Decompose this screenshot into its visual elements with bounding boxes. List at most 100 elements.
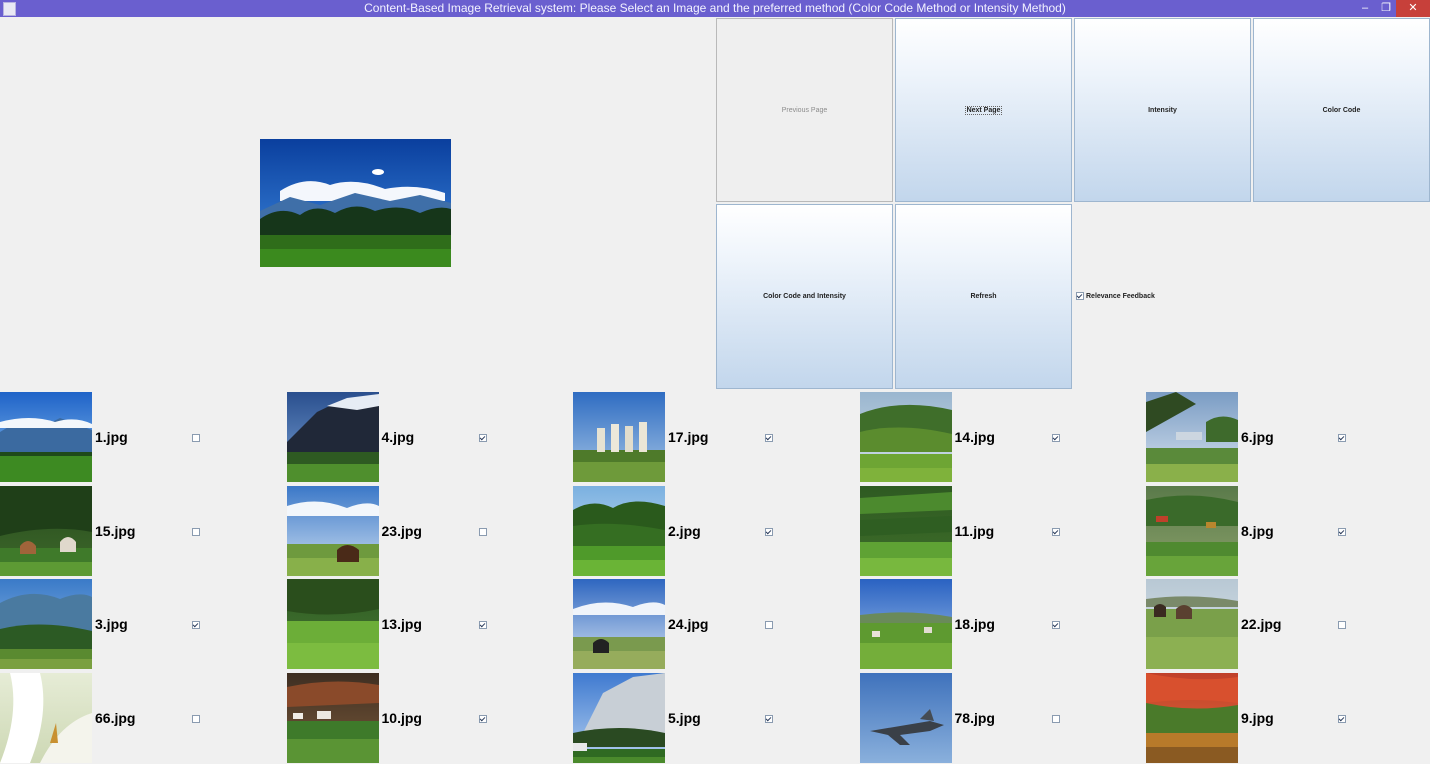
result-item: 10.jpg (286, 672, 573, 763)
result-thumbnail[interactable] (286, 485, 379, 576)
result-filename: 22.jpg (1241, 616, 1282, 632)
result-filename: 23.jpg (381, 522, 422, 539)
result-filename: 11.jpg (954, 522, 995, 539)
result-filename: 14.jpg (954, 429, 995, 445)
result-relevance-checkbox[interactable] (478, 714, 487, 723)
result-item: 17.jpg (573, 392, 859, 482)
result-thumbnail[interactable] (573, 485, 665, 576)
result-item: 18.jpg (859, 579, 1146, 669)
result-relevance-checkbox[interactable] (192, 434, 200, 442)
result-thumbnail[interactable] (0, 579, 92, 669)
result-filename: 24.jpg (668, 616, 709, 632)
window-title: Content-Based Image Retrieval system: Pl… (364, 1, 1066, 15)
result-filename: 13.jpg (381, 616, 422, 632)
result-thumbnail[interactable] (859, 392, 952, 482)
refresh-button[interactable]: Refresh (895, 204, 1072, 389)
result-relevance-checkbox[interactable] (478, 527, 487, 536)
result-thumbnail[interactable] (0, 485, 92, 576)
result-relevance-checkbox[interactable] (478, 434, 487, 442)
result-thumbnail[interactable] (286, 579, 379, 669)
result-relevance-checkbox[interactable] (1338, 434, 1346, 442)
result-thumbnail[interactable] (573, 579, 665, 669)
result-item: 8.jpg (1146, 485, 1430, 576)
result-thumbnail[interactable] (286, 672, 379, 763)
query-image-preview[interactable] (260, 139, 451, 267)
result-thumbnail[interactable] (1146, 579, 1238, 669)
result-thumbnail[interactable] (1146, 485, 1238, 576)
relevance-feedback-checkbox-box[interactable] (1076, 292, 1084, 300)
previous-page-label: Previous Page (781, 106, 828, 114)
result-filename: 3.jpg (95, 616, 128, 632)
result-item: 1.jpg (0, 392, 286, 482)
result-thumbnail[interactable] (859, 579, 952, 669)
result-item: 66.jpg (0, 672, 286, 763)
result-thumbnail[interactable] (573, 672, 665, 763)
result-thumbnail[interactable] (1146, 392, 1238, 482)
relevance-feedback-label: Relevance Feedback (1086, 292, 1155, 300)
result-relevance-checkbox[interactable] (478, 621, 487, 629)
result-item: 6.jpg (1146, 392, 1430, 482)
relevance-feedback-checkbox[interactable]: Relevance Feedback (1076, 292, 1155, 300)
result-filename: 1.jpg (95, 429, 128, 445)
result-item: 3.jpg (0, 579, 286, 669)
result-relevance-checkbox[interactable] (1051, 621, 1060, 629)
result-thumbnail[interactable] (286, 392, 379, 482)
intensity-label: Intensity (1148, 106, 1177, 114)
result-relevance-checkbox[interactable] (192, 714, 200, 723)
result-thumbnail[interactable] (859, 485, 952, 576)
result-item: 11.jpg (859, 485, 1146, 576)
result-relevance-checkbox[interactable] (1051, 527, 1060, 536)
previous-page-button[interactable]: Previous Page (716, 18, 893, 202)
result-relevance-checkbox[interactable] (1051, 714, 1060, 723)
result-item: 2.jpg (573, 485, 859, 576)
color-code-label: Color Code (1322, 106, 1361, 114)
result-item: 23.jpg (286, 485, 573, 576)
restore-icon[interactable]: ❐ (1376, 0, 1396, 17)
result-relevance-checkbox[interactable] (1338, 714, 1346, 723)
result-filename: 2.jpg (668, 522, 701, 539)
result-relevance-checkbox[interactable] (765, 527, 773, 536)
result-thumbnail[interactable] (573, 392, 665, 482)
minimize-icon[interactable]: – (1355, 0, 1375, 17)
result-item: 15.jpg (0, 485, 286, 576)
next-page-button[interactable]: Next Page (895, 18, 1072, 202)
result-item: 78.jpg (859, 672, 1146, 763)
color-code-and-intensity-label: Color Code and Intensity (763, 293, 846, 300)
result-thumbnail[interactable] (0, 392, 92, 482)
result-item: 9.jpg (1146, 672, 1430, 763)
result-item: 24.jpg (573, 579, 859, 669)
result-relevance-checkbox[interactable] (765, 714, 773, 723)
color-code-and-intensity-button[interactable]: Color Code and Intensity (716, 204, 893, 389)
result-filename: 4.jpg (381, 429, 415, 445)
result-item: 4.jpg (286, 392, 573, 482)
result-item: 14.jpg (859, 392, 1146, 482)
result-relevance-checkbox[interactable] (1051, 434, 1060, 442)
result-filename: 78.jpg (954, 709, 995, 726)
intensity-button[interactable]: Intensity (1074, 18, 1251, 202)
close-icon[interactable]: ✕ (1396, 0, 1430, 17)
title-bar: Content-Based Image Retrieval system: Pl… (0, 0, 1430, 17)
result-item: 13.jpg (286, 579, 573, 669)
result-item: 22.jpg (1146, 579, 1430, 669)
result-thumbnail[interactable] (859, 672, 952, 763)
result-relevance-checkbox[interactable] (765, 621, 773, 629)
result-thumbnail[interactable] (0, 672, 92, 763)
result-relevance-checkbox[interactable] (1338, 527, 1346, 536)
color-code-button[interactable]: Color Code (1253, 18, 1430, 202)
result-filename: 66.jpg (95, 709, 136, 726)
result-filename: 10.jpg (381, 709, 422, 726)
result-filename: 17.jpg (668, 429, 709, 445)
result-filename: 5.jpg (668, 709, 701, 726)
refresh-label: Refresh (970, 293, 997, 300)
result-item: 5.jpg (573, 672, 859, 763)
next-page-label: Next Page (964, 105, 1003, 115)
result-relevance-checkbox[interactable] (765, 434, 773, 442)
result-thumbnail[interactable] (1146, 672, 1238, 763)
result-relevance-checkbox[interactable] (1338, 621, 1346, 629)
result-filename: 6.jpg (1241, 429, 1274, 445)
result-filename: 8.jpg (1241, 522, 1274, 539)
result-filename: 9.jpg (1241, 709, 1274, 726)
result-relevance-checkbox[interactable] (192, 527, 200, 536)
result-filename: 15.jpg (95, 522, 136, 539)
result-relevance-checkbox[interactable] (192, 621, 200, 629)
